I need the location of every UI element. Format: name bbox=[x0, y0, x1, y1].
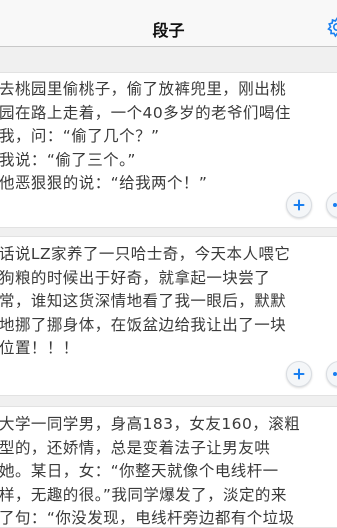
joke-text: 去桃园里偷桃子，偷了放裤兜里，刚出桃 园在路上走着，一个40多岁的老爷们喝住 我… bbox=[0, 80, 291, 192]
add-button[interactable] bbox=[286, 361, 312, 387]
joke-card: 话说LZ家养了一只哈士奇，今天本人喂它 狗粮的时候出于好奇，就拿起一块尝了 常，… bbox=[0, 236, 337, 396]
plus-icon bbox=[293, 368, 305, 380]
gear-icon[interactable] bbox=[326, 16, 337, 38]
joke-card: 去桃园里偷桃子，偷了放裤兜里，刚出桃 园在路上走着，一个40多岁的老爷们喝住 我… bbox=[0, 72, 337, 228]
joke-card: 大学一同学男，身高183，女友160，滚粗 型的，还娇情，总是变着法子让男友哄 … bbox=[0, 406, 337, 528]
joke-text: 话说LZ家养了一只哈士奇，今天本人喂它 狗粮的时候出于好奇，就拿起一块尝了 常，… bbox=[0, 245, 291, 357]
status-bar bbox=[0, 0, 337, 8]
share-icon bbox=[333, 203, 337, 207]
page-title: 段子 bbox=[152, 21, 185, 40]
share-icon bbox=[333, 372, 337, 376]
add-button[interactable] bbox=[286, 192, 312, 218]
share-button[interactable] bbox=[326, 361, 337, 387]
joke-text: 大学一同学男，身高183，女友160，滚粗 型的，还娇情，总是变着法子让男友哄 … bbox=[0, 415, 301, 527]
plus-icon bbox=[293, 199, 305, 211]
share-button[interactable] bbox=[326, 192, 337, 218]
navigation-bar: 段子 bbox=[0, 8, 337, 47]
